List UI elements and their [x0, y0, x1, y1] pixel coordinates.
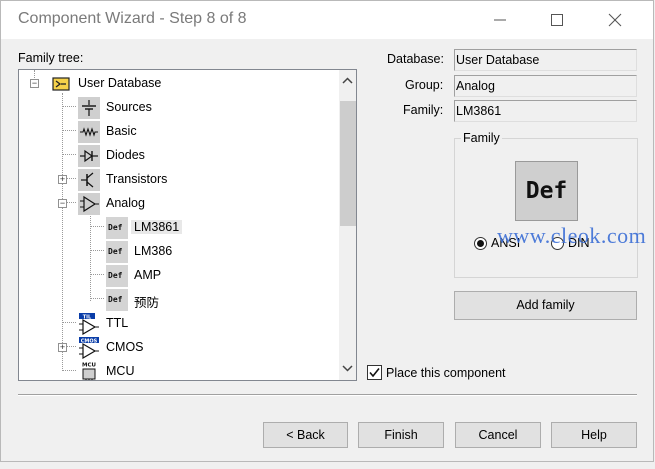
family-symbol-preview: Def	[515, 161, 578, 221]
expand-transistors[interactable]: +	[58, 175, 67, 184]
tree-line	[90, 298, 104, 299]
tree-item-label: Transistors	[106, 172, 168, 186]
ansi-radio[interactable]	[474, 237, 487, 250]
back-button[interactable]: < Back	[263, 422, 348, 448]
collapse-analog[interactable]: −	[58, 199, 67, 208]
separator	[18, 394, 637, 396]
place-component-label: Place this component	[386, 366, 506, 380]
database-icon	[50, 73, 72, 95]
database-field: User Database	[454, 49, 637, 71]
component-wizard-window: Component Wizard - Step 8 of 8 Family tr…	[0, 0, 654, 462]
def-icon: Def	[106, 241, 128, 263]
tree-item-label: AMP	[134, 268, 162, 282]
tree-line	[62, 130, 76, 131]
tree-line	[90, 226, 104, 227]
tree-line	[90, 250, 104, 251]
finish-button[interactable]: Finish	[358, 422, 444, 448]
def-icon: Def	[106, 217, 128, 239]
scroll-down-button[interactable]	[339, 360, 356, 377]
minimize-icon	[494, 19, 506, 21]
chevron-down-icon	[342, 365, 353, 372]
place-component-checkbox[interactable]	[367, 365, 382, 380]
tree-item-label: Diodes	[106, 148, 145, 162]
tree-item-label: Basic	[106, 124, 137, 138]
transistor-icon	[78, 169, 100, 191]
ttl-icon: TIL	[78, 313, 100, 336]
close-button[interactable]	[601, 7, 631, 33]
tree-line	[62, 370, 76, 371]
tree-line	[62, 322, 76, 323]
window-title: Component Wizard - Step 8 of 8	[18, 10, 247, 27]
family-field: LM3861	[454, 100, 637, 122]
watermark-text: www.cleok.com	[497, 223, 647, 248]
family-group-title: Family	[461, 131, 502, 145]
checkmark-icon	[369, 368, 380, 378]
tree-item-label: 预防	[134, 296, 160, 310]
svg-text:TIL: TIL	[83, 314, 92, 320]
add-family-button[interactable]: Add family	[454, 291, 637, 320]
def-icon: Def	[106, 289, 128, 311]
tree-line	[62, 93, 63, 369]
maximize-button[interactable]	[543, 7, 573, 33]
scroll-up-button[interactable]	[339, 72, 356, 89]
tree-line	[62, 106, 76, 107]
svg-text:MCU: MCU	[82, 363, 96, 369]
diode-icon	[78, 145, 100, 167]
chevron-up-icon	[342, 77, 353, 84]
group-label: Group:	[405, 78, 444, 92]
group-field: Analog	[454, 75, 637, 97]
sources-icon	[78, 97, 100, 119]
tree-item-label: LM3861	[131, 220, 183, 234]
family-label: Family:	[403, 103, 444, 117]
title-bar: Component Wizard - Step 8 of 8	[1, 1, 653, 39]
tree-item-label: Analog	[106, 196, 145, 210]
def-icon: Def	[106, 265, 128, 287]
expand-cmos[interactable]: +	[58, 343, 67, 352]
opamp-icon	[78, 193, 100, 215]
close-icon	[608, 13, 622, 27]
collapse-user-database[interactable]: −	[30, 79, 39, 88]
cmos-icon: CMOS	[78, 337, 100, 360]
tree-item-label: User Database	[78, 76, 162, 90]
svg-text:CMOS: CMOS	[81, 338, 98, 344]
database-label: Database:	[387, 52, 444, 66]
tree-line	[90, 274, 104, 275]
help-button[interactable]: Help	[551, 422, 637, 448]
minimize-button[interactable]	[486, 7, 516, 33]
maximize-icon	[551, 14, 563, 26]
tree-scrollbar[interactable]	[339, 70, 356, 380]
tree-item-label: MCU	[106, 364, 135, 378]
tree-line	[62, 154, 76, 155]
tree-item-label: LM386	[134, 244, 173, 258]
mcu-icon: MCU	[78, 361, 100, 380]
scroll-thumb[interactable]	[340, 101, 356, 226]
tree-item-label: Sources	[106, 100, 152, 114]
family-tree[interactable]: − + − + User Database Sources Basic Diod…	[18, 69, 357, 381]
cancel-button[interactable]: Cancel	[455, 422, 541, 448]
tree-item-label: CMOS	[106, 340, 144, 354]
basic-icon	[78, 121, 100, 143]
family-tree-label: Family tree:	[18, 51, 84, 65]
tree-item-label: TTL	[106, 316, 129, 330]
